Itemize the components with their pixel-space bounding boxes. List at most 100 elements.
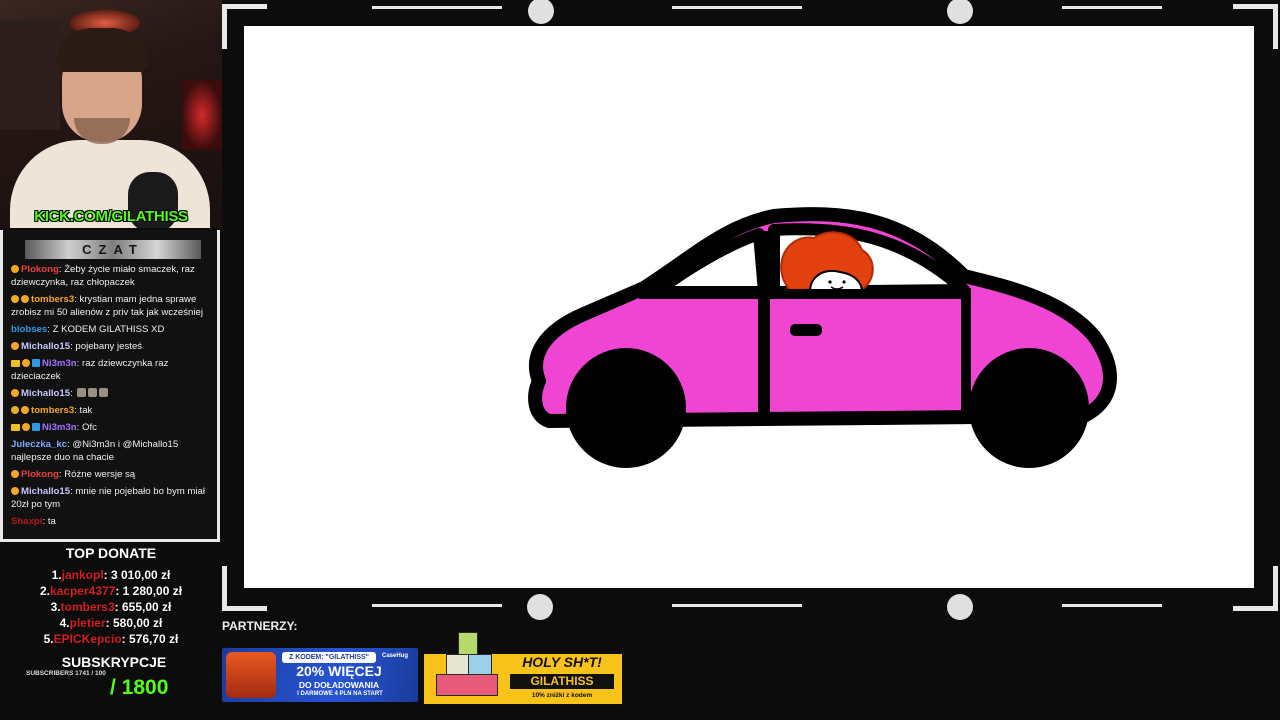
donor-name: jankopl	[61, 568, 104, 582]
chat-username[interactable]: Plokong	[21, 469, 59, 480]
chat-message: Shaxpi: ta	[11, 516, 56, 527]
donor-rank: 4.	[59, 616, 70, 630]
product-boxes-icon	[428, 632, 498, 698]
donor-name: pletier	[69, 616, 106, 630]
chat-message: Plokong: Różne wersje są	[11, 468, 211, 481]
chat-username[interactable]: Plokong	[21, 264, 59, 275]
subscriptions-title: SUBSKRYPCJE	[61, 654, 167, 670]
frame-bar-top-3	[1062, 6, 1162, 9]
user-badge-icon	[11, 360, 20, 367]
chat-message: Michallo15:	[11, 387, 211, 400]
casehug-line3: I DARMOWE 4 PLN NA START	[297, 691, 383, 697]
frame-bar-bottom-2	[672, 604, 802, 607]
chat-message: Michallo15: pojebany jesteś	[11, 340, 211, 353]
webcam-feed: KICK.COM/GILATHISS	[0, 0, 222, 228]
chat-username[interactable]: Michallo15	[21, 341, 70, 352]
chat-message: tombers3: krystian mam jedna sprawe zrob…	[11, 294, 203, 318]
webcam-background-shelf	[0, 20, 60, 130]
donor-row: 5.EPICKepcio: 576,70 zł	[0, 632, 222, 646]
donor-name: kacper4377	[49, 584, 116, 598]
chat-text: tak	[79, 405, 93, 416]
frame-bar-bottom-3	[1062, 604, 1162, 607]
user-badge-icon	[11, 265, 19, 273]
user-badge-icon	[21, 295, 29, 303]
donor-amount: : 655,00 zł	[114, 600, 172, 614]
front-wheel	[566, 348, 686, 468]
drawing-canvas	[244, 26, 1254, 588]
partners-label: PARTNERZY:	[222, 619, 298, 633]
subscription-goal: / 1800	[110, 676, 169, 699]
donor-row: 4.pletier: 580,00 zł	[0, 616, 222, 630]
webcam-red-light	[182, 80, 222, 150]
frame-bar-bottom-1	[372, 604, 502, 607]
chat-text: Z KODEM GILATHISS XD	[52, 324, 165, 335]
chat-message: Ni3m3n: raz dziewczynka raz dzieciaczek	[11, 358, 169, 382]
donor-row: 1.jankopl: 3 010,00 zł	[0, 568, 222, 582]
waves-logo-icon	[947, 594, 973, 620]
chat-message: tombers3: tak	[11, 404, 211, 417]
chat-title: CZAT	[25, 240, 201, 259]
chat-username[interactable]: Juleczka_kc	[11, 439, 67, 450]
chat-username[interactable]: Ni3m3n	[42, 422, 77, 433]
user-badge-icon	[22, 423, 30, 431]
treasure-chest-icon	[226, 652, 276, 698]
chat-text: ta	[47, 516, 56, 527]
user-badge-icon	[22, 359, 30, 367]
chat-message: Michallo15: mnie nie pojebało bo bym mia…	[11, 486, 205, 510]
crosshair-logo-icon	[947, 0, 973, 24]
chat-username[interactable]: Michallo15	[21, 486, 70, 497]
chat-username[interactable]: Michallo15	[21, 388, 70, 399]
donor-amount: : 1 280,00 zł	[115, 584, 183, 598]
chat-username[interactable]: tombers3	[31, 294, 74, 305]
holy-discount: 10% zniżki z kodem	[531, 692, 593, 699]
casehug-headline: 20% WIĘCEJ	[296, 663, 382, 679]
frame-bar-top-2	[672, 6, 802, 9]
top-donate-title: TOP DONATE	[65, 545, 157, 561]
donor-amount: : 3 010,00 zł	[103, 568, 171, 582]
chat-text: pojebany jesteś	[75, 341, 143, 352]
casehug-brand: CaseHug	[382, 653, 409, 659]
chat-text: Ofc	[82, 422, 97, 433]
donor-row: 3.tombers3: 655,00 zł	[0, 600, 222, 614]
casehug-line2: DO DOŁADOWANIA	[298, 680, 380, 690]
donor-name: EPICKepcio	[53, 632, 122, 646]
donor-row: 2.kacper4377: 1 280,00 zł	[0, 584, 222, 598]
donor-rank: 3.	[50, 600, 61, 614]
user-badge-icon	[11, 424, 20, 431]
chat-username[interactable]: tombers3	[31, 405, 74, 416]
chat-message: Ni3m3n: Ofc	[11, 421, 211, 434]
emote-icon	[99, 388, 109, 397]
chat-text: Różne wersje są	[64, 469, 136, 480]
holy-ad-banner[interactable]: HOLY SH*T! GILATHISS 10% zniżki z kodem	[424, 632, 622, 704]
kick-channel-url: KICK.COM/GILATHISS	[34, 208, 188, 225]
pattern-logo-icon	[527, 594, 553, 620]
rear-wheel	[969, 348, 1089, 468]
user-badge-icon	[11, 406, 19, 414]
driver-eye-right	[842, 280, 846, 284]
donor-rank: 5.	[43, 632, 54, 646]
chat-message-list: Plokong: Żeby życie miało smaczek, raz d…	[11, 263, 211, 532]
user-badge-icon	[11, 470, 19, 478]
chat-username[interactable]: Shaxpi	[11, 516, 42, 527]
chat-username[interactable]: blobses	[11, 324, 47, 335]
user-badge-icon	[11, 487, 19, 495]
holy-code: GILATHISS	[510, 674, 614, 689]
user-badge-icon	[11, 295, 19, 303]
user-badge-icon	[11, 342, 19, 350]
holy-headline: HOLY SH*T!	[522, 654, 602, 670]
streamer-hair	[56, 28, 148, 72]
chat-panel: CZAT Plokong: Żeby życie miało smaczek, …	[0, 230, 220, 542]
emote-icon	[77, 388, 87, 397]
donor-amount: : 576,70 zł	[121, 632, 179, 646]
sponsor-logo-icon	[528, 0, 554, 24]
user-badge-icon	[32, 423, 40, 431]
donor-rank: 2.	[39, 584, 50, 598]
donor-name: tombers3	[60, 600, 115, 614]
donor-rank: 1.	[51, 568, 62, 582]
driver-eye-left	[828, 280, 832, 284]
casehug-code: Z KODEM: "GILATHISS"	[282, 652, 376, 663]
emote-icon	[88, 388, 98, 397]
user-badge-icon	[11, 389, 19, 397]
chat-username[interactable]: Ni3m3n	[42, 358, 77, 369]
casehug-ad-banner[interactable]: Z KODEM: "GILATHISS" CaseHug 20% WIĘCEJ …	[222, 648, 418, 702]
